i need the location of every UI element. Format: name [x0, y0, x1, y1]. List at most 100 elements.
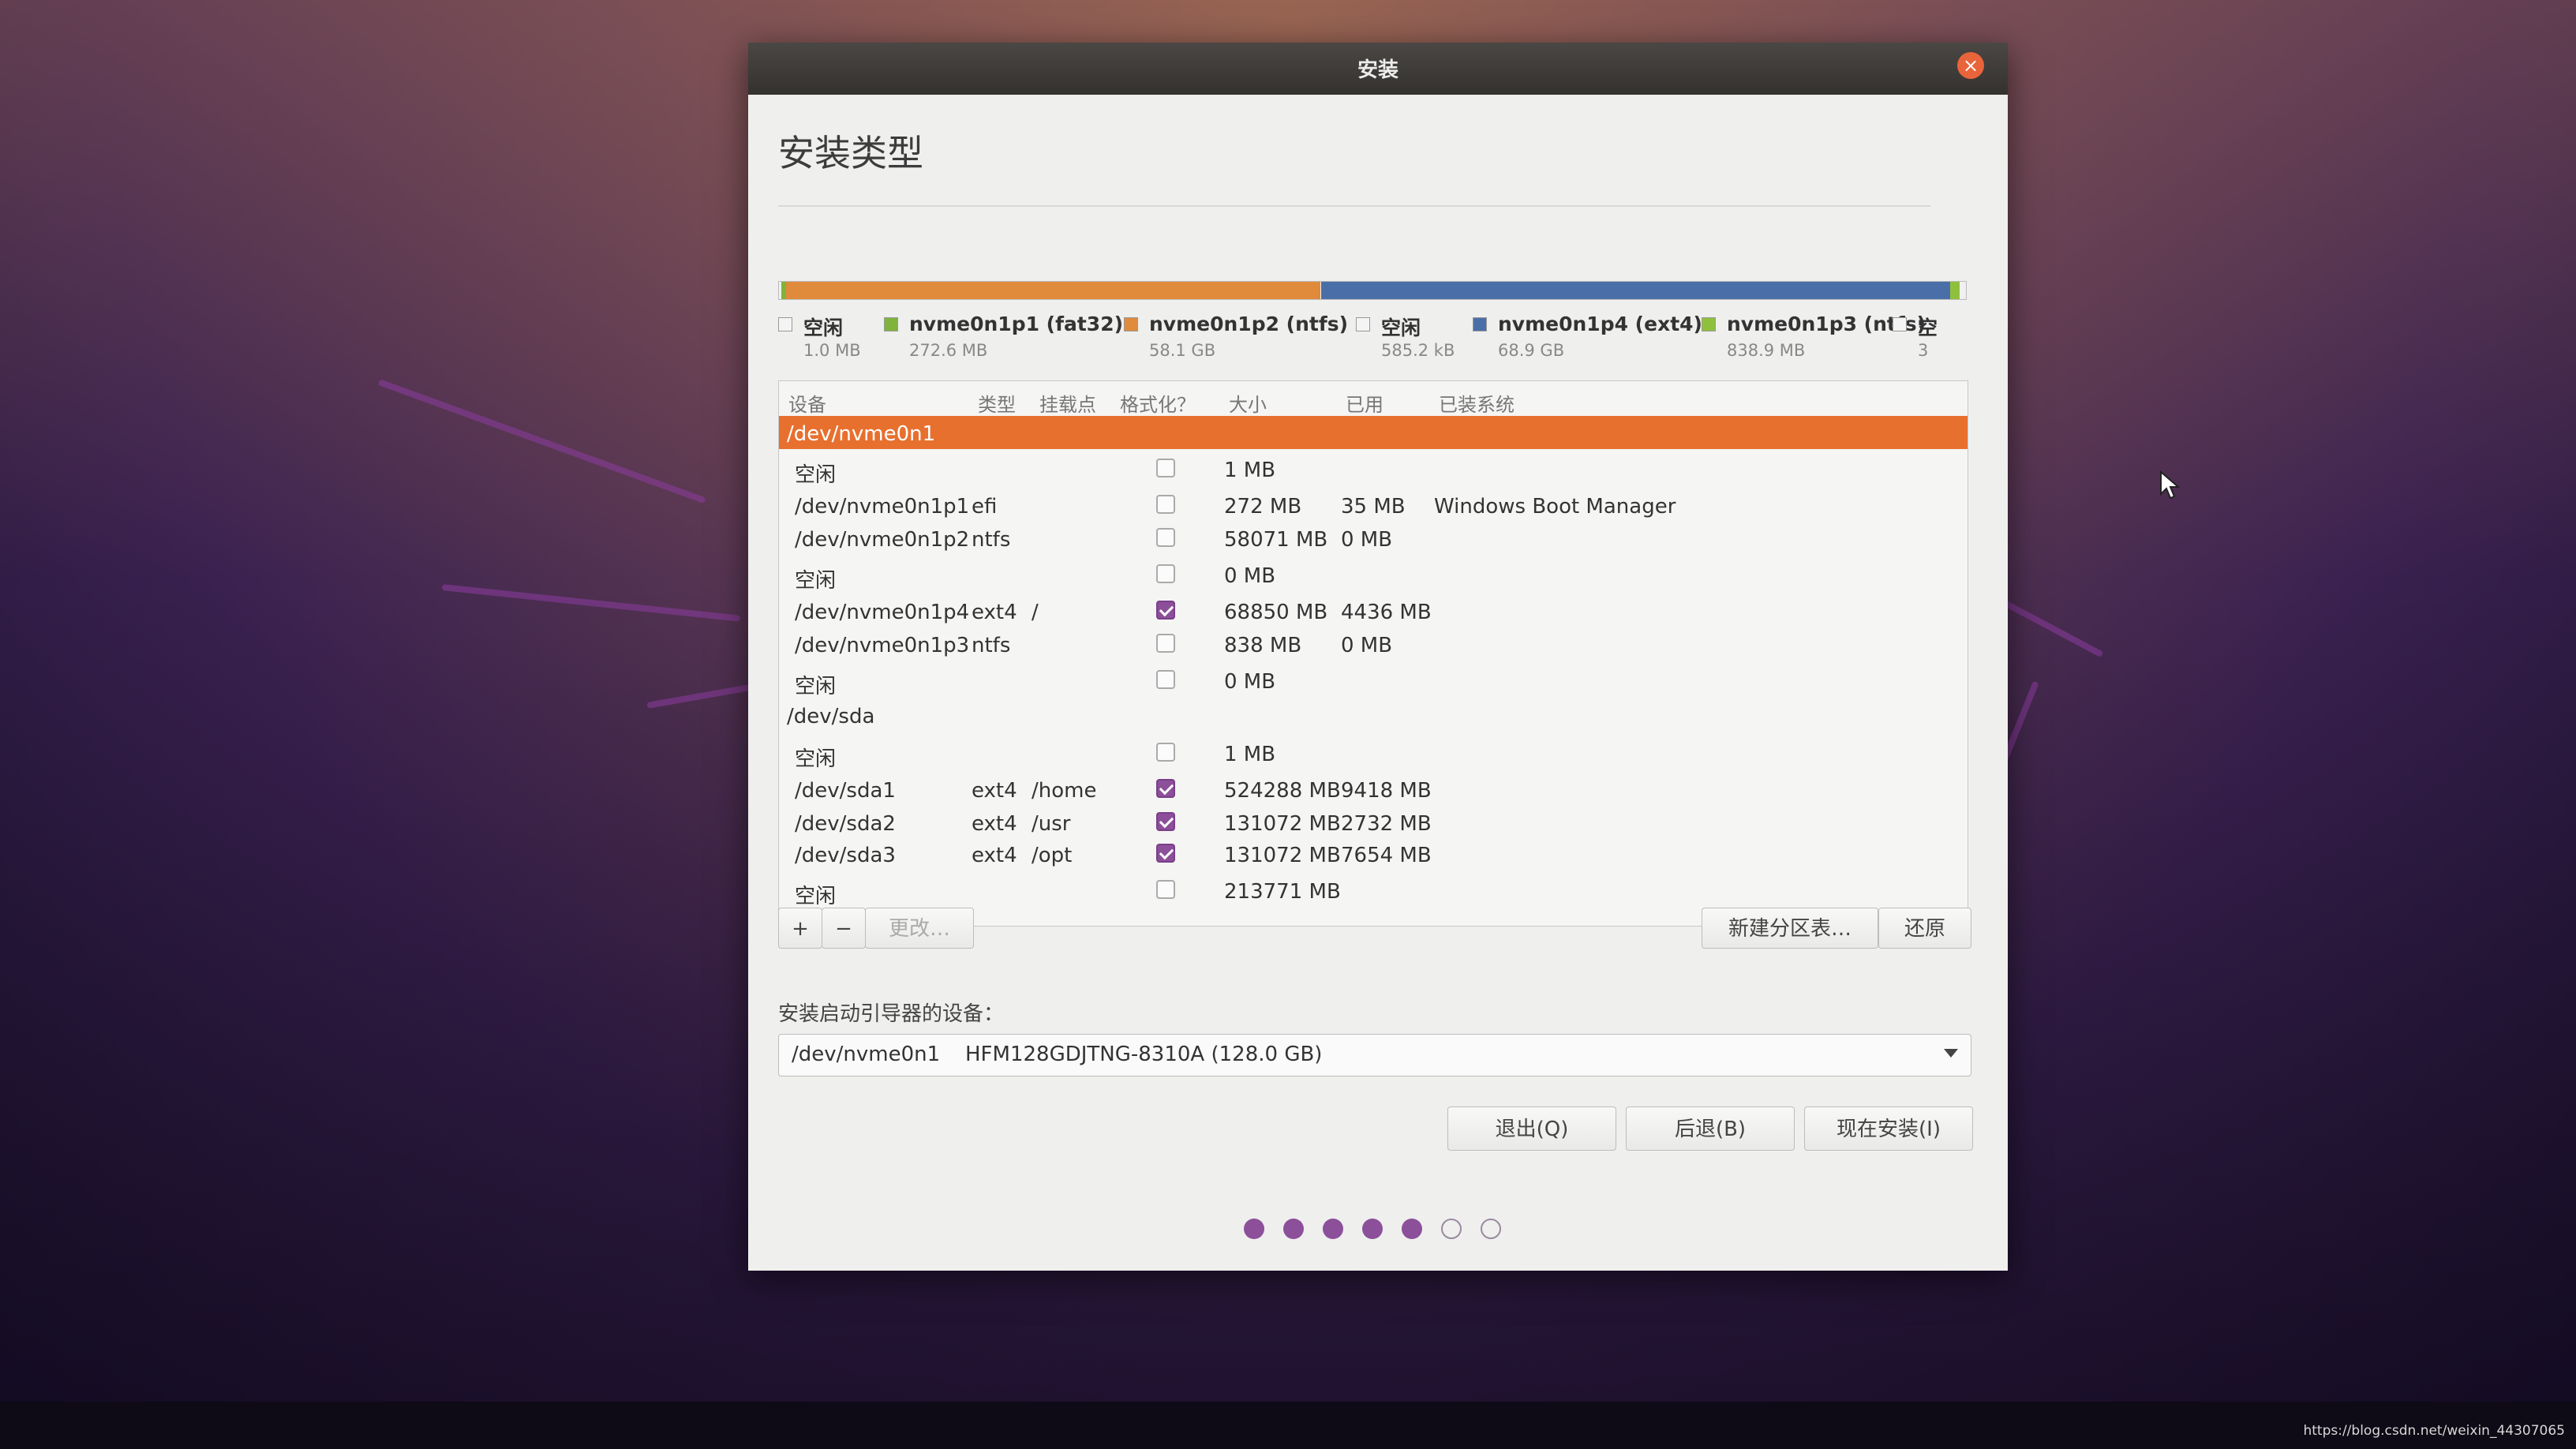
legend-swatch — [884, 317, 898, 331]
progress-dot — [1402, 1219, 1422, 1239]
partition-type: ext4 — [972, 812, 1017, 836]
format-checkbox[interactable] — [1156, 743, 1175, 762]
bootloader-label: 安装启动引导器的设备： — [778, 1002, 1005, 1026]
partition-size: 0 MB — [1224, 564, 1276, 588]
partition-row[interactable]: 空闲 1 MB — [779, 452, 1968, 487]
partition-row[interactable]: 空闲 0 MB — [779, 664, 1968, 698]
partition-mount: /opt — [1032, 844, 1073, 867]
partition-size: 213771 MB — [1224, 880, 1341, 904]
header-used: 已用 — [1346, 394, 1383, 416]
format-checkbox[interactable] — [1156, 564, 1175, 583]
legend-size: 585.2 kB — [1381, 341, 1455, 360]
partition-size: 68850 MB — [1224, 601, 1328, 624]
partition-row[interactable]: /dev/nvme0n1p4 ext4 / 68850 MB 4436 MB — [779, 594, 1968, 627]
header-system: 已装系统 — [1439, 394, 1515, 416]
partition-device: /dev/nvme0n1p4 — [795, 601, 970, 624]
progress-dot — [1323, 1219, 1343, 1239]
disk-row[interactable]: /dev/nvme0n1 — [779, 416, 1968, 449]
partition-system: Windows Boot Manager — [1434, 495, 1676, 519]
revert-button[interactable]: 还原 — [1878, 908, 1971, 949]
install-now-button[interactable]: 现在安装(I) — [1804, 1106, 1973, 1151]
partition-used: 35 MB — [1341, 495, 1406, 519]
partition-used: 0 MB — [1341, 528, 1393, 552]
partition-size: 1 MB — [1224, 743, 1276, 766]
legend-swatch — [1124, 317, 1138, 331]
legend-name: nvme0n1p1 (fat32) — [909, 313, 1124, 335]
legend-size: 1.0 MB — [803, 341, 861, 360]
partition-row[interactable]: /dev/nvme0n1p1 efi 272 MB 35 MB Windows Boot… — [779, 489, 1968, 522]
partition-row[interactable]: /dev/sda3 ext4/opt 131072 MB 7654 MB — [779, 837, 1968, 871]
partition-used: 0 MB — [1341, 634, 1393, 657]
partition-type: ntfs — [972, 528, 1011, 552]
partition-used: 7654 MB — [1341, 844, 1432, 867]
legend-swatch — [778, 317, 792, 331]
partition-mount: / — [1032, 601, 1039, 624]
disk-name: /dev/sda — [787, 705, 875, 728]
partition-type: efi — [972, 495, 998, 519]
change-partition-button[interactable]: 更改… — [865, 908, 974, 949]
back-button[interactable]: 后退(B) — [1626, 1106, 1795, 1151]
partition-bar-segment — [1960, 282, 1966, 299]
partition-row[interactable]: /dev/nvme0n1p3 ntfs 838 MB 0 MB — [779, 627, 1968, 661]
disk-name: /dev/nvme0n1 — [787, 422, 936, 446]
table-header: 设备 类型 挂载点 格式化？ 大小 已用 已装系统 — [779, 381, 1968, 416]
bootloader-device-select[interactable]: /dev/nvme0n1 HFM128GDJTNG-8310A (128.0 G… — [778, 1034, 1971, 1076]
partition-row[interactable]: /dev/sda1 ext4/home 524288 MB 9418 MB — [779, 773, 1968, 806]
new-partition-table-button[interactable]: 新建分区表… — [1702, 908, 1878, 949]
bootloader-model: HFM128GDJTNG-8310A (128.0 GB) — [965, 1043, 1323, 1066]
partition-row[interactable]: 空闲 213771 MB — [779, 874, 1968, 908]
legend-size: 272.6 MB — [909, 341, 988, 360]
partition-device: /dev/nvme0n1p2 — [795, 528, 970, 552]
partition-type: ext4 — [972, 844, 1017, 867]
partition-device: 空闲 — [795, 675, 837, 698]
partition-device: /dev/nvme0n1p3 — [795, 634, 970, 657]
legend-size: 838.9 MB — [1727, 341, 1806, 360]
add-partition-button[interactable]: + — [778, 908, 822, 949]
window-title: 安装 — [1357, 58, 1398, 82]
legend-size: 68.9 GB — [1498, 341, 1565, 360]
format-checkbox[interactable] — [1156, 779, 1175, 798]
partition-mount: /usr — [1032, 812, 1071, 836]
legend-name: 空闲 — [1381, 316, 1421, 339]
partition-device: 空闲 — [795, 885, 837, 908]
format-checkbox[interactable] — [1156, 880, 1175, 899]
partition-row[interactable]: /dev/nvme0n1p2 ntfs 58071 MB 0 MB — [779, 522, 1968, 555]
partition-row[interactable]: 空闲 1 MB — [779, 736, 1968, 771]
bootloader-device: /dev/nvme0n1 — [792, 1043, 941, 1066]
format-checkbox[interactable] — [1156, 634, 1175, 653]
close-button[interactable]: × — [1957, 52, 1984, 79]
partition-used: 2732 MB — [1341, 812, 1432, 836]
format-checkbox[interactable] — [1156, 459, 1175, 477]
format-checkbox[interactable] — [1156, 844, 1175, 863]
partition-size: 272 MB — [1224, 495, 1302, 519]
header-format: 格式化？ — [1120, 394, 1196, 416]
format-checkbox[interactable] — [1156, 495, 1175, 514]
partition-size: 131072 MB — [1224, 844, 1341, 867]
partition-usage-bar — [778, 281, 1967, 300]
partition-device: /dev/nvme0n1p1 — [795, 495, 970, 519]
page-title: 安装类型 — [778, 132, 923, 174]
format-checkbox[interactable] — [1156, 601, 1175, 620]
partition-bar-segment — [786, 282, 1320, 299]
format-checkbox[interactable] — [1156, 812, 1175, 831]
partition-type: ext4 — [972, 601, 1017, 624]
partition-type: ntfs — [972, 634, 1011, 657]
partition-row[interactable]: 空闲 0 MB — [779, 558, 1968, 593]
installer-content: 安装类型 空闲 1.0 MB nvme0n1p1 (fat32) 272.6 MB nv… — [748, 95, 2008, 1271]
legend-name: 空 — [1918, 316, 1938, 339]
quit-button[interactable]: 退出(Q) — [1447, 1106, 1616, 1151]
disk-row[interactable]: /dev/sda — [779, 698, 1968, 732]
partition-used: 4436 MB — [1341, 601, 1432, 624]
legend-name: nvme0n1p4 (ext4) — [1498, 313, 1702, 335]
close-icon: × — [1962, 54, 1979, 77]
partition-size: 131072 MB — [1224, 812, 1341, 836]
partition-mount: /home — [1032, 779, 1097, 803]
partition-size: 838 MB — [1224, 634, 1302, 657]
partition-row[interactable]: /dev/sda2 ext4/usr 131072 MB 2732 MB — [779, 806, 1968, 839]
remove-partition-button[interactable]: − — [822, 908, 866, 949]
partition-bar-segment — [1950, 282, 1960, 299]
format-checkbox[interactable] — [1156, 670, 1175, 689]
progress-dot — [1481, 1219, 1501, 1239]
legend-swatch — [1702, 317, 1716, 331]
format-checkbox[interactable] — [1156, 528, 1175, 547]
